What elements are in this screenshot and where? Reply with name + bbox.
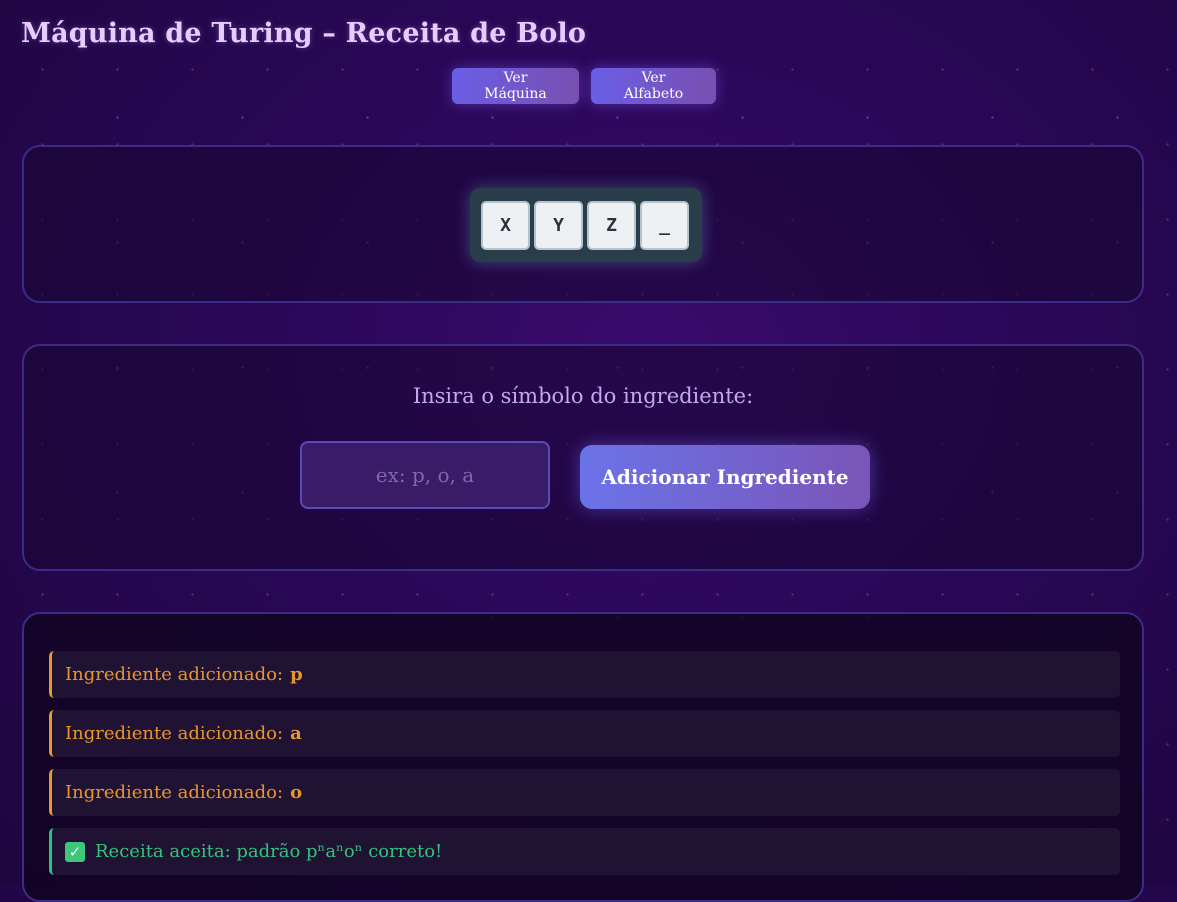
add-ingredient-button[interactable]: Adicionar Ingrediente: [580, 445, 870, 509]
log-item-symbol: p: [290, 664, 303, 685]
log-item: Ingrediente adicionado: p: [49, 651, 1120, 698]
log-item: Ingrediente adicionado: a: [49, 710, 1120, 757]
view-machine-button[interactable]: Ver Máquina: [452, 68, 579, 104]
log-item-text: Ingrediente adicionado:: [65, 664, 284, 685]
log-item-text: Ingrediente adicionado:: [65, 782, 284, 803]
log-list: Ingrediente adicionado: p Ingrediente ad…: [49, 651, 1120, 887]
page-title: Máquina de Turing – Receita de Bolo: [21, 18, 587, 49]
ingredient-symbol-input[interactable]: [300, 441, 550, 509]
log-item-symbol: a: [290, 723, 302, 744]
log-panel: Ingrediente adicionado: p Ingrediente ad…: [22, 612, 1144, 902]
log-item-symbol: o: [290, 782, 303, 803]
log-item-text: Ingrediente adicionado:: [65, 723, 284, 744]
log-result: ✓ Receita aceita: padrão pⁿaⁿoⁿ correto!: [49, 828, 1120, 875]
log-item: Ingrediente adicionado: o: [49, 769, 1120, 816]
tape-cell: _: [640, 200, 689, 250]
input-panel: Insira o símbolo do ingrediente: Adicion…: [22, 344, 1144, 571]
tape-cell: Y: [534, 200, 583, 250]
view-alphabet-button[interactable]: Ver Alfabeto: [591, 68, 716, 104]
log-result-text: Receita aceita: padrão pⁿaⁿoⁿ correto!: [95, 841, 443, 862]
tape-cell: X: [481, 200, 530, 250]
tape-cell: Z: [587, 200, 636, 250]
check-icon: ✓: [65, 841, 85, 862]
tape: X Y Z _: [470, 188, 702, 262]
tape-panel: X Y Z _: [22, 145, 1144, 303]
input-prompt: Insira o símbolo do ingrediente:: [412, 384, 754, 408]
